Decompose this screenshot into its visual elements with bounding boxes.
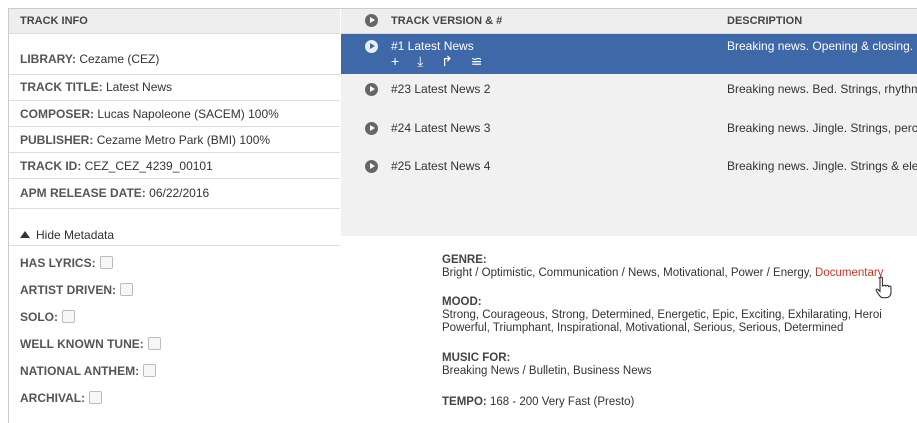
divider xyxy=(9,208,340,209)
versions-header: TRACK VERSION & # DESCRIPTION xyxy=(341,9,917,34)
solo-checkbox[interactable] xyxy=(62,310,75,323)
hand-cursor-icon xyxy=(875,276,892,299)
well-known-tune-checkbox[interactable] xyxy=(147,337,161,350)
national-anthem-checkbox[interactable] xyxy=(143,364,157,377)
track-versions-panel: TRACK VERSION & # DESCRIPTION #1 Latest … xyxy=(341,9,917,236)
national-anthem-flag: NATIONAL ANTHEM: xyxy=(20,364,157,378)
track-id-row: TRACK ID: CEZ_CEZ_4239_00101 xyxy=(20,159,213,173)
version-description: Breaking news. Jingle. Strings & ele xyxy=(727,159,917,173)
version-row[interactable]: #24 Latest News 3 Breaking news. Jingle.… xyxy=(341,114,917,144)
version-description: Breaking news. Opening & closing. xyxy=(727,39,914,53)
version-description: Breaking news. Bed. Strings, rhythm xyxy=(727,82,917,96)
play-icon[interactable] xyxy=(365,160,378,173)
mood-label: MOOD: xyxy=(442,296,482,308)
hide-metadata-label: Hide Metadata xyxy=(36,228,115,242)
play-all-icon[interactable] xyxy=(365,14,378,27)
version-title[interactable]: #23 Latest News 2 xyxy=(391,82,490,96)
library-row: LIBRARY: Cezame (CEZ) xyxy=(20,52,160,66)
well-known-tune-flag: WELL KNOWN TUNE: xyxy=(20,337,161,351)
genre-values: Bright / Optimistic, Communication / New… xyxy=(442,267,884,279)
version-title[interactable]: #1 Latest News xyxy=(391,39,474,53)
description-column-header: DESCRIPTION xyxy=(727,15,803,27)
version-row-active[interactable]: #1 Latest News Breaking news. Opening & … xyxy=(341,34,917,74)
music-for-values: Breaking News / Bulletin, Business News xyxy=(442,365,652,377)
mood-values-line2: Powerful, Triumphant, Inspirational, Mot… xyxy=(442,322,844,334)
artist-driven-flag: ARTIST DRIVEN: xyxy=(20,283,133,297)
hide-metadata-toggle[interactable]: Hide Metadata xyxy=(20,228,114,242)
version-title[interactable]: #25 Latest News 4 xyxy=(391,159,490,173)
play-icon[interactable] xyxy=(365,40,378,53)
divider xyxy=(9,152,340,153)
version-row[interactable]: #23 Latest News 2 Breaking news. Bed. St… xyxy=(341,75,917,105)
archival-flag: ARCHIVAL: xyxy=(20,391,103,405)
release-date-row: APM RELEASE DATE: 06/22/2016 xyxy=(20,186,210,200)
version-title[interactable]: #24 Latest News 3 xyxy=(391,121,490,135)
divider xyxy=(9,74,340,75)
divider xyxy=(9,245,340,246)
add-icon[interactable]: + xyxy=(391,53,399,69)
track-title-row: TRACK TITLE: Latest News xyxy=(20,80,173,94)
music-for-label: MUSIC FOR: xyxy=(442,352,511,364)
similar-icon[interactable]: ≌ xyxy=(471,53,483,70)
caret-up-icon xyxy=(20,231,30,238)
archival-checkbox[interactable] xyxy=(89,391,103,404)
share-icon[interactable]: ↱ xyxy=(441,53,453,70)
download-icon[interactable]: ⤓ xyxy=(417,53,423,70)
play-icon[interactable] xyxy=(365,122,378,135)
track-info-column: TRACK INFO LIBRARY: Cezame (CEZ) TRACK T… xyxy=(9,9,340,423)
genre-label: GENRE: xyxy=(442,254,487,266)
has-lyrics-flag: HAS LYRICS: xyxy=(20,256,113,270)
mood-values-line1: Strong, Courageous, Strong, Determined, … xyxy=(442,309,882,321)
artist-driven-checkbox[interactable] xyxy=(120,283,133,296)
divider xyxy=(9,126,340,127)
divider xyxy=(9,100,340,101)
play-icon[interactable] xyxy=(365,83,378,96)
version-column-header: TRACK VERSION & # xyxy=(391,15,503,27)
solo-flag: SOLO: xyxy=(20,310,75,324)
version-description: Breaking news. Jingle. Strings, perc xyxy=(727,121,917,135)
divider xyxy=(9,178,340,179)
track-info-header: TRACK INFO xyxy=(9,9,340,34)
tempo-row: TEMPO: 168 - 200 Very Fast (Presto) xyxy=(442,396,635,408)
composer-row: COMPOSER: Lucas Napoleone (SACEM) 100% xyxy=(20,107,279,121)
has-lyrics-checkbox[interactable] xyxy=(99,256,113,269)
version-toolbar: + ⤓ ↱ ≌ xyxy=(391,53,497,70)
version-row[interactable]: #25 Latest News 4 Breaking news. Jingle.… xyxy=(341,152,917,182)
publisher-row: PUBLISHER: Cezame Metro Park (BMI) 100% xyxy=(20,133,271,147)
